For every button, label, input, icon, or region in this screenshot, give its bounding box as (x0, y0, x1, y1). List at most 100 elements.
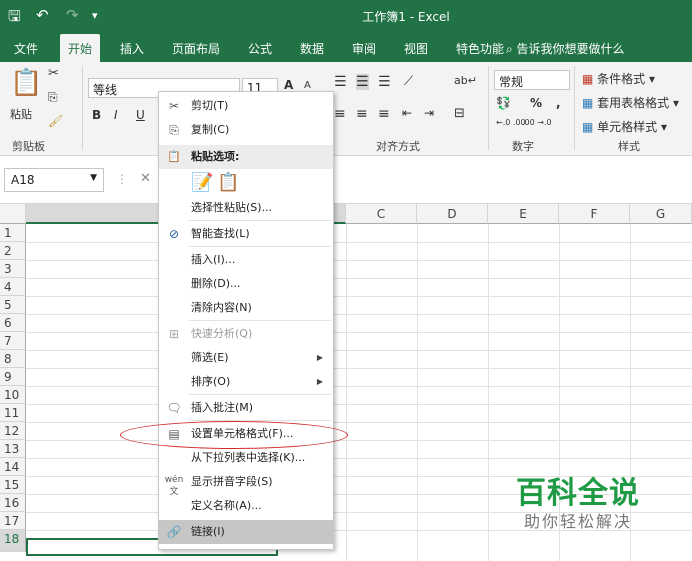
tab-view[interactable]: 视图 (404, 40, 428, 57)
tab-home[interactable]: 开始 (60, 34, 101, 62)
currency-icon[interactable]: 💱 (496, 96, 511, 110)
paste-values-icon[interactable]: 📋 (217, 172, 239, 193)
row-header[interactable]: 10 (0, 386, 26, 404)
number-group-label: 数字 (512, 140, 534, 153)
row-header[interactable]: 6 (0, 314, 26, 332)
decrease-decimal-button[interactable]: .00 →.0 (522, 118, 552, 127)
menu-item-copy[interactable]: ⎘ 复制(C) (159, 118, 333, 142)
menu-item-filter[interactable]: 筛选(E) ▶ (159, 346, 333, 370)
select-all-corner[interactable] (0, 204, 26, 224)
number-format-select[interactable]: 常规 (494, 70, 570, 90)
tab-file[interactable]: 文件 (14, 40, 38, 57)
menu-item-insert-comment[interactable]: 🗨 插入批注(M) (159, 396, 333, 420)
formula-bar: A18 ▼ ⋮ ✕ (0, 156, 692, 204)
paste-icon[interactable]: 📋 (10, 68, 42, 98)
row-header-selected[interactable]: 18 (0, 530, 26, 552)
row-header[interactable]: 15 (0, 476, 26, 494)
quick-analysis-icon: ⊞ (168, 327, 180, 341)
align-right-icon[interactable]: ≡ (378, 106, 390, 122)
format-as-table-button[interactable]: ▦ 套用表格格式 ▾ (582, 94, 679, 111)
menu-item-quick-analysis: ⊞ 快速分析(Q) (159, 322, 333, 346)
row-header[interactable]: 14 (0, 458, 26, 476)
row-header[interactable]: 12 (0, 422, 26, 440)
underline-button[interactable]: U (136, 108, 145, 122)
row-header[interactable]: 16 (0, 494, 26, 512)
menu-item-sort[interactable]: 排序(O) ▶ (159, 370, 333, 394)
column-header-d[interactable]: D (417, 204, 488, 224)
merge-center-icon[interactable]: ⊟ (454, 106, 465, 121)
align-bottom-icon[interactable]: ☰ (378, 74, 391, 90)
cut-icon[interactable]: ✂ (48, 66, 59, 81)
cancel-entry-icon[interactable]: ✕ (140, 171, 151, 186)
row-header[interactable]: 8 (0, 350, 26, 368)
clipboard-group-label: 剪贴板 (12, 140, 45, 153)
align-top-icon[interactable]: ☰ (334, 74, 347, 90)
format-painter-icon[interactable]: 🖌 (48, 114, 63, 128)
alignment-group-label: 对齐方式 (376, 140, 420, 153)
row-header[interactable]: 5 (0, 296, 26, 314)
column-header-f[interactable]: F (559, 204, 630, 224)
scissors-icon: ✂ (168, 99, 180, 113)
tab-special-features[interactable]: 特色功能 (456, 40, 504, 57)
tab-formulas[interactable]: 公式 (248, 40, 272, 57)
decrease-indent-icon[interactable]: ⇤ (402, 106, 412, 120)
ribbon: 📋 粘贴 ✂ ⎘ 🖌 剪贴板 等线 11 A A B I U ☰ ☰ ☰ ⟋ ≡… (0, 62, 692, 156)
percent-button[interactable]: % (530, 96, 542, 110)
column-header-e[interactable]: E (488, 204, 559, 224)
name-box[interactable]: A18 ▼ (4, 168, 104, 192)
row-header[interactable]: 4 (0, 278, 26, 296)
row-header[interactable]: 13 (0, 440, 26, 458)
row-header[interactable]: 7 (0, 332, 26, 350)
tab-data[interactable]: 数据 (300, 40, 324, 57)
row-header[interactable]: 3 (0, 260, 26, 278)
menu-item-smart-lookup[interactable]: ⊘ 智能查找(L) (159, 222, 333, 246)
formula-options-icon[interactable]: ⋮ (116, 172, 128, 186)
menu-item-clear-contents[interactable]: 清除内容(N) (159, 296, 333, 320)
smart-lookup-icon: ⊘ (168, 227, 180, 241)
column-header-g[interactable]: G (630, 204, 692, 224)
highlight-oval (120, 421, 348, 449)
column-header-c[interactable]: C (346, 204, 417, 224)
menu-item-paste-special[interactable]: 选择性粘贴(S)... (159, 196, 333, 220)
menu-item-show-phonetic[interactable]: wén 文显示拼音字段(S) (159, 470, 333, 497)
clipboard-icon: 📋 (167, 150, 181, 163)
cell-styles-button[interactable]: ▦ 单元格样式 ▾ (582, 118, 667, 135)
menu-item-insert[interactable]: 插入(I)... (159, 248, 333, 272)
copy-icon: ⎘ (169, 123, 179, 137)
menu-item-define-name[interactable]: 定义名称(A)... (159, 494, 333, 518)
context-menu: ✂ 剪切(T) ⎘ 复制(C) 📋 粘贴选项: 📝 📋 选择性粘贴(S)... ⊘ 智能… (158, 91, 334, 550)
tab-review[interactable]: 审阅 (352, 40, 376, 57)
row-header[interactable]: 9 (0, 368, 26, 386)
tell-me-box[interactable]: ⌕ 告诉我你想要做什么 (506, 40, 625, 57)
tab-page-layout[interactable]: 页面布局 (172, 40, 220, 57)
align-left-icon[interactable]: ≡ (334, 106, 346, 122)
italic-button[interactable]: I (114, 108, 118, 122)
row-header[interactable]: 11 (0, 404, 26, 422)
comma-button[interactable]: , (556, 96, 561, 110)
increase-indent-icon[interactable]: ⇥ (424, 106, 434, 120)
window-title: 工作簿1 - Excel (362, 10, 450, 24)
align-middle-icon[interactable]: ☰ (356, 74, 369, 90)
menu-item-link[interactable]: 🔗 链接(I) (159, 520, 333, 544)
menu-item-delete[interactable]: 删除(D)... (159, 272, 333, 296)
tab-insert[interactable]: 插入 (120, 40, 144, 57)
paste-formatting-icon[interactable]: 📝 (191, 172, 213, 193)
wrap-text-icon[interactable]: ab↵ (454, 74, 477, 87)
orientation-icon[interactable]: ⟋ (404, 74, 413, 89)
link-icon: 🔗 (166, 525, 182, 539)
increase-font-button[interactable]: A (284, 78, 293, 92)
paste-button[interactable]: 粘贴 (10, 106, 32, 122)
decrease-font-button[interactable]: A (304, 80, 311, 91)
row-header[interactable]: 1 (0, 224, 26, 242)
copy-icon[interactable]: ⎘ (48, 90, 58, 105)
submenu-arrow-icon: ▶ (316, 353, 323, 362)
conditional-format-button[interactable]: ▦ 条件格式 ▾ (582, 70, 655, 87)
menu-item-pick-from-list[interactable]: 从下拉列表中选择(K)... (159, 446, 333, 470)
row-header[interactable]: 17 (0, 512, 26, 530)
align-center-icon[interactable]: ≡ (356, 106, 368, 122)
row-header[interactable]: 2 (0, 242, 26, 260)
menu-item-cut[interactable]: ✂ 剪切(T) (159, 94, 333, 118)
watermark-title: 百科全说 (516, 476, 640, 511)
styles-group-label: 样式 (618, 140, 640, 153)
bold-button[interactable]: B (92, 108, 101, 122)
